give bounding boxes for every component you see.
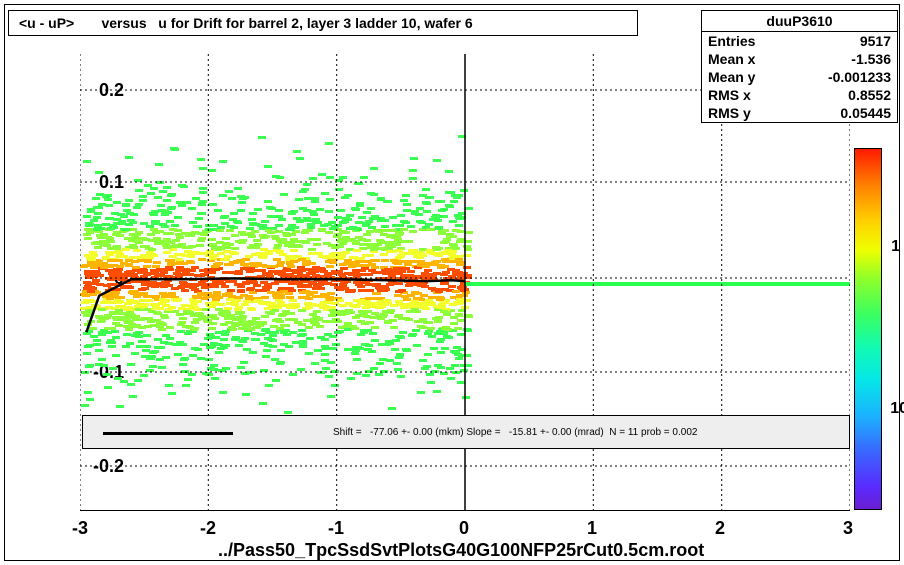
stats-meany-val: -0.001233 — [828, 68, 891, 86]
stats-entries-label: Entries — [708, 32, 755, 50]
stats-meany-label: Mean y — [708, 68, 755, 86]
x-tick: 3 — [828, 518, 868, 539]
stats-entries-val: 9517 — [860, 32, 891, 50]
x-tick: 1 — [572, 518, 612, 539]
stats-rmsy-label: RMS y — [708, 104, 751, 122]
fit-line — [86, 278, 465, 332]
colorbar-tick: 10 — [890, 400, 904, 418]
file-path-label: ../Pass50_TpcSsdSvtPlotsG40G100NFP25rCut… — [218, 540, 704, 561]
stats-rmsy-val: 0.05445 — [840, 104, 891, 122]
stats-rmsx-label: RMS x — [708, 86, 751, 104]
x-tick: -2 — [188, 518, 228, 539]
stats-rmsy: RMS y 0.05445 — [702, 104, 897, 122]
colour-bar — [854, 148, 882, 510]
x-tick: 0 — [444, 518, 484, 539]
stats-rmsx-val: 0.8552 — [848, 86, 891, 104]
stats-rmsx: RMS x 0.8552 — [702, 86, 897, 104]
stats-name: duuP3610 — [702, 11, 897, 32]
fit-legend: Shift = -77.06 +- 0.00 (mkm) Slope = -15… — [82, 415, 850, 449]
stats-meanx-val: -1.536 — [851, 50, 891, 68]
stats-box: duuP3610 Entries 9517 Mean x -1.536 Mean… — [701, 10, 898, 123]
stats-entries: Entries 9517 — [702, 32, 897, 50]
x-tick: -3 — [60, 518, 100, 539]
x-tick: 2 — [700, 518, 740, 539]
chart-title: <u - uP> versus u for Drift for barrel 2… — [8, 10, 638, 36]
colorbar-tick: 1 — [891, 238, 900, 256]
stats-meanx: Mean x -1.536 — [702, 50, 897, 68]
stats-meany: Mean y -0.001233 — [702, 68, 897, 86]
legend-line-sample — [103, 432, 233, 435]
fit-legend-text: Shift = -77.06 +- 0.00 (mkm) Slope = -15… — [333, 427, 697, 438]
x-tick: -1 — [316, 518, 356, 539]
stats-meanx-label: Mean x — [708, 50, 755, 68]
